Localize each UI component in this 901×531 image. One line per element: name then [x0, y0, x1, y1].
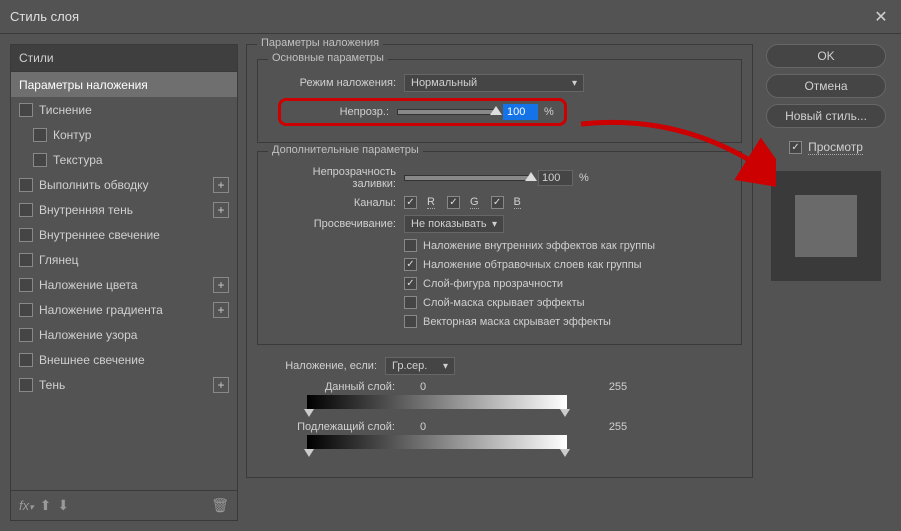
plus-icon[interactable]: + [213, 302, 229, 318]
this-layer-gradient[interactable] [307, 395, 567, 409]
style-checkbox[interactable] [19, 278, 33, 292]
opacity-unit: % [544, 106, 554, 118]
style-label: Наложение цвета [39, 278, 137, 292]
preview-row: Просмотр [789, 140, 863, 155]
channels-label: Каналы: [268, 197, 396, 209]
sidebar-item-10[interactable]: Наложение узора [11, 322, 237, 347]
opacity-label: Непрозр.: [285, 106, 389, 118]
plus-icon[interactable]: + [213, 202, 229, 218]
chevron-down-icon: ▾ [572, 78, 577, 89]
new-style-button[interactable]: Новый стиль... [766, 104, 886, 128]
style-checkbox[interactable] [19, 328, 33, 342]
styles-sidebar: Стили Параметры наложения Тиснение Контур Т… [10, 44, 238, 521]
style-label: Наложение градиента [39, 303, 163, 317]
sidebar-header: Стили [10, 44, 238, 72]
knockout-label: Просвечивание: [268, 218, 396, 230]
style-checkbox[interactable] [19, 303, 33, 317]
fill-opacity-slider[interactable] [404, 175, 532, 181]
transparency-shapes-checkbox[interactable] [404, 277, 417, 290]
preview-label: Просмотр [808, 140, 863, 155]
channel-g-checkbox[interactable] [447, 196, 460, 209]
advanced-blending-title: Дополнительные параметры [268, 144, 423, 156]
underlying-layer-gradient[interactable] [307, 435, 567, 449]
fill-opacity-label: Непрозрачность заливки: [268, 166, 396, 190]
sidebar-item-11[interactable]: Внешнее свечение [11, 347, 237, 372]
plus-icon[interactable]: + [213, 277, 229, 293]
style-label: Параметры наложения [19, 78, 148, 92]
sidebar-item-7[interactable]: Глянец [11, 247, 237, 272]
sidebar-item-0[interactable]: Параметры наложения [11, 72, 237, 97]
layer-style-dialog: Стиль слоя ✕ Стили Параметры наложения Ти… [0, 0, 901, 531]
ok-button[interactable]: OK [766, 44, 886, 68]
style-label: Тень [39, 378, 65, 392]
style-checkbox[interactable] [19, 203, 33, 217]
style-label: Тиснение [39, 103, 92, 117]
blending-options-title: Параметры наложения [257, 37, 383, 49]
blend-if-dropdown[interactable]: Гр.сер.▾ [385, 357, 455, 375]
fx-icon[interactable]: fx▾ [19, 498, 34, 513]
style-checkbox[interactable] [19, 353, 33, 367]
plus-icon[interactable]: + [213, 377, 229, 393]
style-label: Наложение узора [39, 328, 137, 342]
sidebar-item-5[interactable]: Внутренняя тень + [11, 197, 237, 222]
sidebar-footer: fx▾ ⬆ ⬇ 🗑 [10, 491, 238, 521]
blend-mode-dropdown[interactable]: Нормальный▾ [404, 74, 584, 92]
sidebar-item-12[interactable]: Тень + [11, 372, 237, 397]
styles-list: Параметры наложения Тиснение Контур Текстур… [10, 72, 238, 491]
style-label: Глянец [39, 253, 79, 267]
vector-mask-hides-checkbox[interactable] [404, 315, 417, 328]
sidebar-item-4[interactable]: Выполнить обводку + [11, 172, 237, 197]
general-blending-title: Основные параметры [268, 52, 388, 64]
opacity-input[interactable]: 100 [503, 104, 538, 120]
style-checkbox[interactable] [19, 378, 33, 392]
opacity-highlight: Непрозр.: 100 % [278, 98, 567, 126]
titlebar: Стиль слоя ✕ [0, 0, 901, 34]
right-column: OK Отмена Новый стиль... Просмотр [761, 44, 891, 521]
style-checkbox[interactable] [19, 228, 33, 242]
layer-mask-hides-checkbox[interactable] [404, 296, 417, 309]
knockout-dropdown[interactable]: Не показывать▾ [404, 215, 504, 233]
down-arrow-icon[interactable]: ⬇ [57, 497, 69, 514]
sidebar-item-2[interactable]: Контур [11, 122, 237, 147]
style-checkbox[interactable] [33, 128, 47, 142]
chevron-down-icon: ▾ [443, 361, 448, 372]
blend-clipped-checkbox[interactable] [404, 258, 417, 271]
style-checkbox[interactable] [19, 253, 33, 267]
style-label: Внешнее свечение [39, 353, 145, 367]
style-label: Внутренняя тень [39, 203, 133, 217]
plus-icon[interactable]: + [213, 177, 229, 193]
window-title: Стиль слоя [10, 9, 871, 24]
blend-mode-label: Режим наложения: [268, 77, 396, 89]
style-label: Контур [53, 128, 91, 142]
channel-b-checkbox[interactable] [491, 196, 504, 209]
main-panel: Параметры наложения Основные параметры Р… [246, 44, 753, 521]
blend-if-label: Наложение, если: [267, 360, 377, 372]
style-label: Выполнить обводку [39, 178, 149, 192]
sidebar-item-1[interactable]: Тиснение [11, 97, 237, 122]
sidebar-item-3[interactable]: Текстура [11, 147, 237, 172]
style-checkbox[interactable] [33, 153, 47, 167]
sidebar-item-8[interactable]: Наложение цвета + [11, 272, 237, 297]
fill-opacity-input[interactable]: 100 [538, 170, 573, 186]
cancel-button[interactable]: Отмена [766, 74, 886, 98]
up-arrow-icon[interactable]: ⬆ [40, 497, 52, 514]
trash-icon[interactable]: 🗑 [211, 497, 229, 514]
preview-checkbox[interactable] [789, 141, 802, 154]
close-icon[interactable]: ✕ [871, 7, 891, 27]
sidebar-item-9[interactable]: Наложение градиента + [11, 297, 237, 322]
chevron-down-icon: ▾ [492, 219, 497, 230]
channel-r-checkbox[interactable] [404, 196, 417, 209]
style-label: Внутреннее свечение [39, 228, 160, 242]
style-checkbox[interactable] [19, 178, 33, 192]
sidebar-item-6[interactable]: Внутреннее свечение [11, 222, 237, 247]
opacity-slider[interactable] [397, 109, 497, 115]
blend-interior-checkbox[interactable] [404, 239, 417, 252]
style-label: Текстура [53, 153, 103, 167]
preview-swatch [771, 171, 881, 281]
style-checkbox[interactable] [19, 103, 33, 117]
